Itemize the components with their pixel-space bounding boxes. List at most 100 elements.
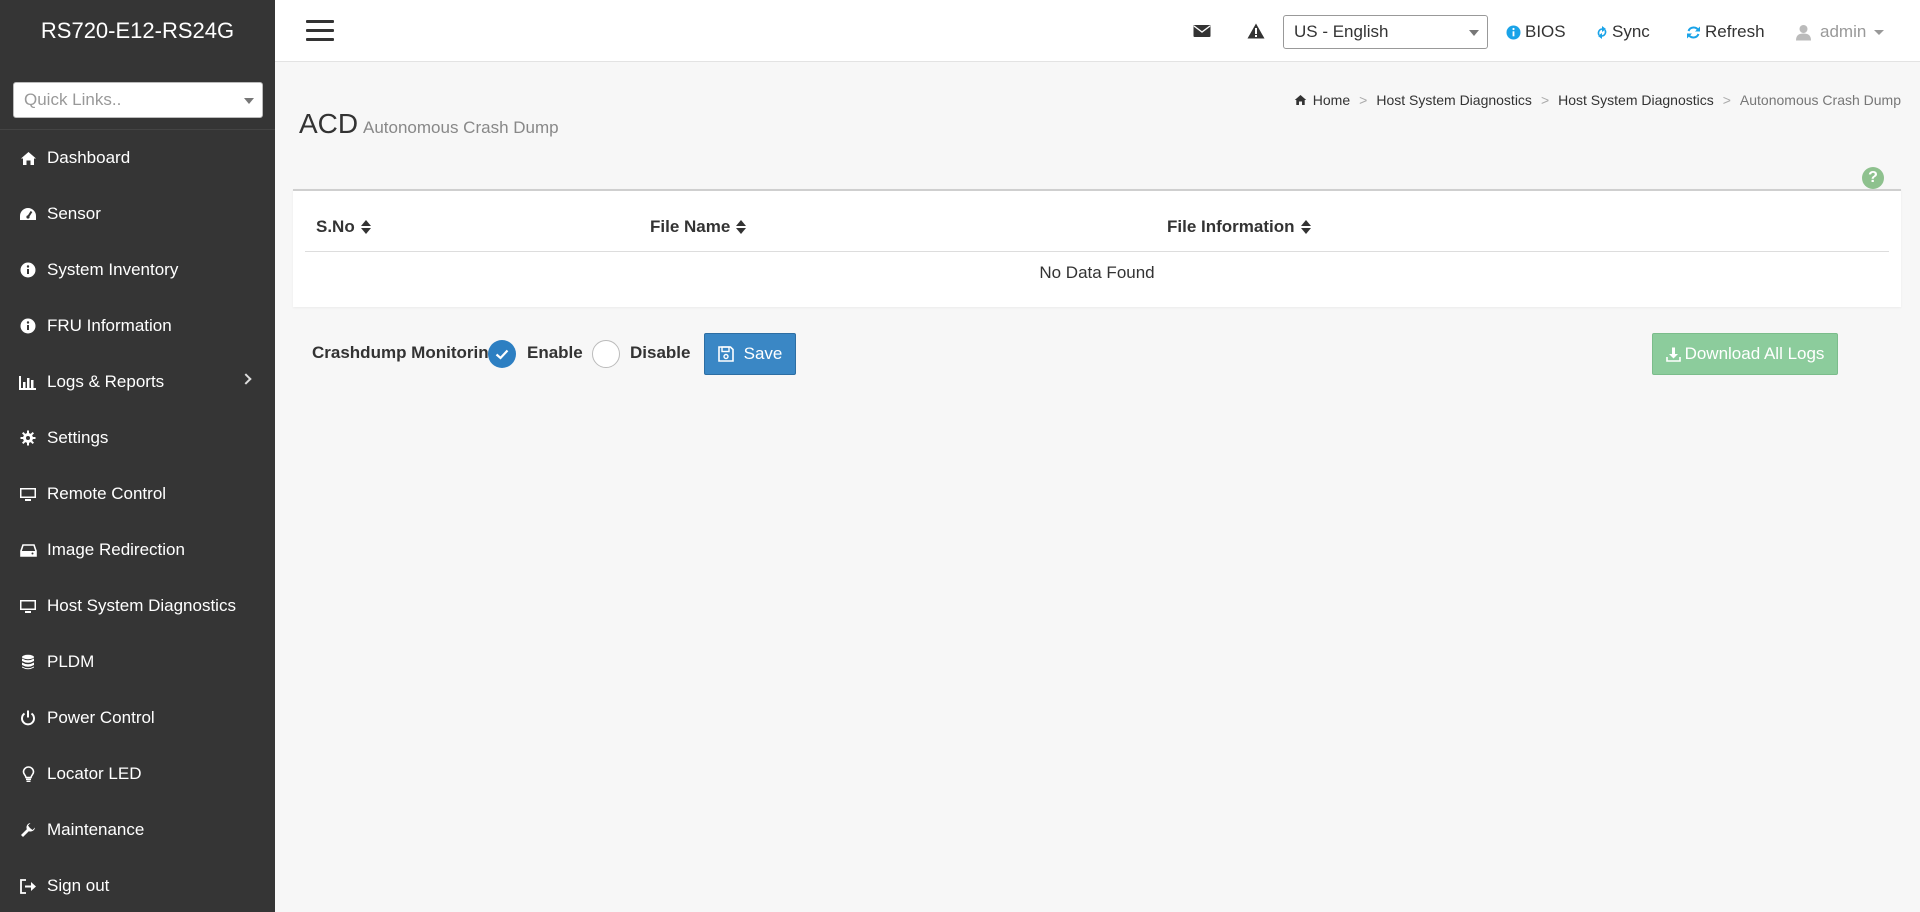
top-bar: US - English BIOS Sync Refresh admin: [275, 0, 1920, 62]
sidebar-item-remote-control[interactable]: Remote Control: [0, 466, 275, 522]
sync-icon: [1596, 25, 1608, 40]
sidebar-item-label: System Inventory: [47, 260, 179, 279]
sync-link[interactable]: Sync: [1596, 20, 1650, 44]
download-all-logs-button[interactable]: Download All Logs: [1652, 333, 1838, 375]
sidebar-item-power-control[interactable]: Power Control: [0, 690, 275, 746]
column-header-file-name[interactable]: File Name: [650, 217, 747, 237]
download-icon: [1665, 347, 1681, 362]
sidebar-item-fru-information[interactable]: FRU Information: [0, 298, 275, 354]
gear-icon: [18, 428, 38, 448]
sidebar-item-host-system-diagnostics[interactable]: Host System Diagnostics: [0, 578, 275, 634]
table-header-divider: [305, 251, 1889, 252]
sidebar-item-sensor[interactable]: Sensor: [0, 186, 275, 242]
sidebar-item-sign-out[interactable]: Sign out: [0, 858, 275, 912]
chevron-down-icon: [1874, 29, 1885, 35]
table-empty-message: No Data Found: [1039, 263, 1155, 282]
sidebar-item-label: Dashboard: [47, 148, 131, 167]
breadcrumb-host-system-diagnostics[interactable]: Host System Diagnostics: [1376, 92, 1532, 108]
sidebar-item-image-redirection[interactable]: Image Redirection: [0, 522, 275, 578]
page-subtitle: Autonomous Crash Dump: [363, 118, 559, 137]
breadcrumb-separator: >: [1722, 92, 1731, 108]
column-header-label: File Name: [650, 217, 731, 236]
chevron-right-icon: [240, 373, 252, 385]
page-title: ACD: [299, 108, 359, 139]
breadcrumb: Home > Host System Diagnostics > Host Sy…: [1294, 92, 1901, 108]
sidebar-item-label: Settings: [47, 428, 109, 447]
language-select-value: US - English: [1294, 22, 1389, 41]
menu-toggle-icon[interactable]: [306, 20, 334, 42]
sidebar-item-locator-led[interactable]: Locator LED: [0, 746, 275, 802]
tachometer-icon: [18, 204, 38, 224]
envelope-icon[interactable]: [1190, 19, 1214, 43]
monitor-icon: [18, 596, 38, 616]
breadcrumb-home[interactable]: Home: [1313, 92, 1350, 108]
home-icon: [18, 148, 38, 168]
app-title: RS720-E12-RS24G: [40, 18, 235, 43]
bar-chart-icon: [18, 372, 38, 392]
bios-label: BIOS: [1525, 22, 1566, 41]
column-header-file-information[interactable]: File Information: [1167, 217, 1311, 237]
sort-icon: [1300, 220, 1311, 234]
sidebar-item-label: Logs & Reports: [47, 372, 165, 391]
help-icon[interactable]: ?: [1862, 167, 1884, 189]
sidebar-item-system-inventory[interactable]: System Inventory: [0, 242, 275, 298]
save-button[interactable]: Save: [704, 333, 796, 375]
quick-links-placeholder: Quick Links..: [24, 90, 122, 109]
crashdump-monitoring-label: Crashdump Monitoring: [312, 343, 499, 362]
user-name: admin: [1820, 22, 1867, 41]
save-icon: [717, 346, 734, 362]
download-label: Download All Logs: [1684, 344, 1825, 363]
user-menu[interactable]: admin: [1795, 20, 1885, 44]
sidebar-item-label: PLDM: [47, 652, 95, 671]
column-header-label: S.No: [316, 217, 355, 236]
sidebar-item-label: Locator LED: [47, 764, 142, 783]
drive-icon: [18, 540, 38, 560]
check-icon: [495, 349, 509, 360]
refresh-label: Refresh: [1705, 22, 1765, 41]
home-icon: [1294, 94, 1307, 106]
language-select[interactable]: US - English: [1283, 15, 1488, 49]
info-circle-icon: [18, 316, 38, 336]
sidebar-item-label: FRU Information: [47, 316, 172, 335]
sort-icon: [736, 220, 747, 234]
disable-label[interactable]: Disable: [630, 343, 690, 363]
sidebar-item-label: Sensor: [47, 204, 101, 223]
enable-label[interactable]: Enable: [527, 343, 583, 363]
disable-radio[interactable]: [592, 340, 620, 368]
breadcrumb-host-system-diagnostics-sub[interactable]: Host System Diagnostics: [1558, 92, 1714, 108]
sidebar-item-label: Remote Control: [47, 484, 167, 503]
breadcrumb-separator: >: [1540, 92, 1550, 108]
sidebar-item-label: Maintenance: [47, 820, 145, 839]
enable-radio[interactable]: [488, 340, 516, 368]
sidebar-item-logs-reports[interactable]: Logs & Reports: [0, 354, 275, 410]
column-header-label: File Information: [1167, 217, 1295, 236]
breadcrumb-current: Autonomous Crash Dump: [1739, 92, 1901, 108]
column-header-sno[interactable]: S.No: [316, 217, 371, 237]
sign-out-icon: [18, 876, 38, 896]
sidebar-item-pldm[interactable]: PLDM: [0, 634, 275, 690]
sort-icon: [360, 220, 371, 234]
refresh-icon: [1686, 25, 1701, 40]
sidebar-item-settings[interactable]: Settings: [0, 410, 275, 466]
logs-table: S.No File Name File Information No Data …: [293, 189, 1901, 307]
warning-icon[interactable]: [1244, 19, 1268, 43]
wrench-icon: [18, 820, 38, 840]
bios-link[interactable]: BIOS: [1506, 20, 1566, 44]
sidebar-item-dashboard[interactable]: Dashboard: [0, 130, 275, 186]
save-label: Save: [743, 344, 783, 363]
monitor-icon: [18, 484, 38, 504]
sidebar-item-label: Image Redirection: [47, 540, 185, 559]
chevron-down-icon: [244, 98, 254, 104]
power-icon: [18, 708, 38, 728]
sidebar-item-label: Sign out: [47, 876, 110, 895]
user-icon: [1795, 24, 1812, 41]
sidebar-item-label: Host System Diagnostics: [47, 596, 236, 615]
sidebar-item-maintenance[interactable]: Maintenance: [0, 802, 275, 858]
info-circle-icon: [1506, 25, 1521, 40]
breadcrumb-separator: >: [1359, 92, 1368, 108]
refresh-link[interactable]: Refresh: [1686, 20, 1765, 44]
chevron-down-icon: [1469, 30, 1479, 36]
sidebar-item-label: Power Control: [47, 708, 155, 727]
quick-links-select[interactable]: Quick Links..: [13, 82, 263, 118]
database-icon: [18, 652, 38, 672]
